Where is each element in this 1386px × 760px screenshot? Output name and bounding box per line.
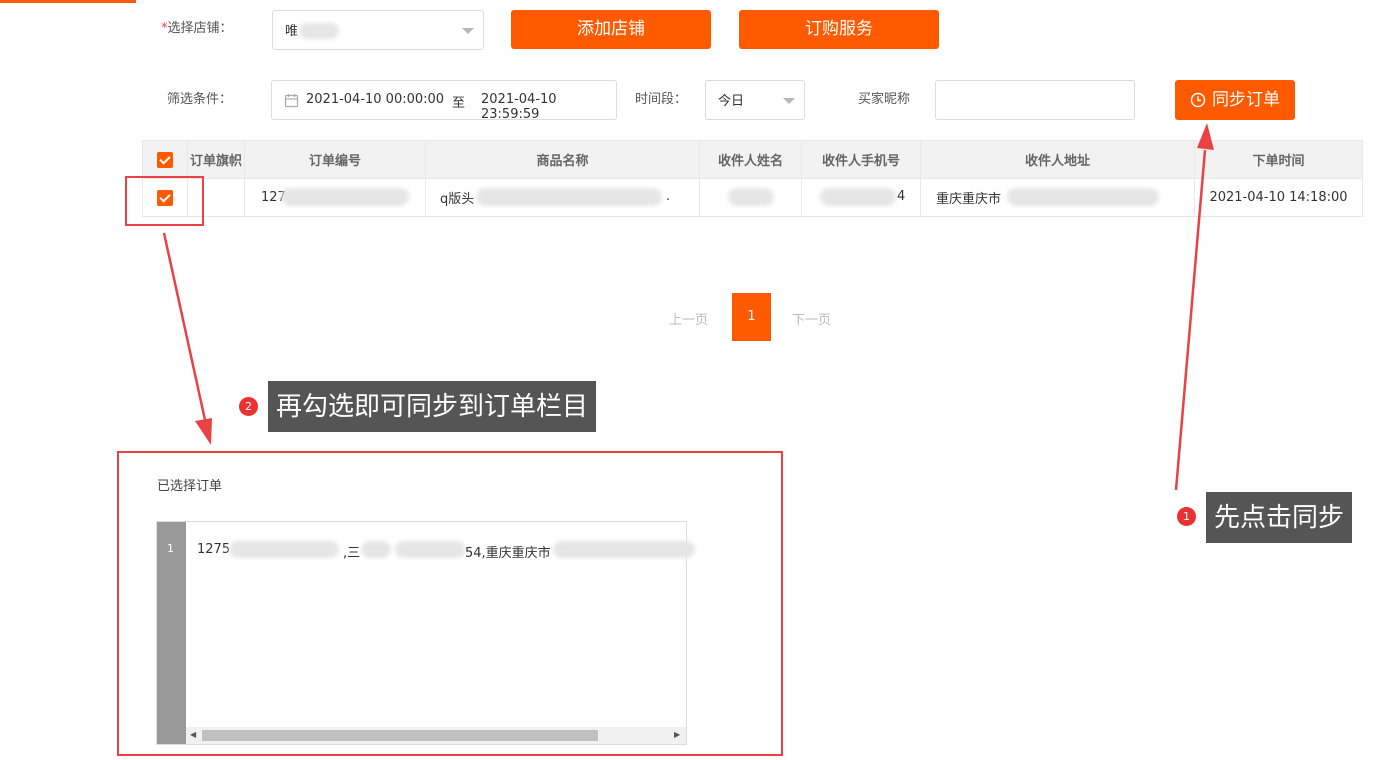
selected-orders-editor[interactable]: 1 1275 ,三 54,重庆重庆市 ◀ ▶ bbox=[156, 521, 695, 745]
line-part-c: 54,重庆重庆市 bbox=[465, 546, 551, 561]
step-2-note: 再勾选即可同步到订单栏目 bbox=[268, 381, 597, 432]
step-1-badge: 1 bbox=[1177, 507, 1196, 526]
redacted-line-1 bbox=[229, 541, 339, 558]
arrow-head-down bbox=[195, 418, 212, 445]
arrow-head-up bbox=[1197, 123, 1214, 150]
redacted-line-3 bbox=[395, 541, 465, 558]
line-number: 1 bbox=[167, 542, 174, 555]
redacted-line-4 bbox=[553, 541, 695, 558]
selected-orders-panel: 已选择订单 1 1275 ,三 54,重庆重庆市 ◀ ▶ bbox=[117, 451, 783, 756]
horizontal-scrollbar[interactable]: ◀ ▶ bbox=[186, 727, 686, 744]
scroll-left-icon[interactable]: ◀ bbox=[190, 730, 196, 739]
arrow-to-selected-orders bbox=[162, 232, 207, 421]
selected-orders-title: 已选择订单 bbox=[157, 479, 223, 494]
scroll-right-icon[interactable]: ▶ bbox=[674, 730, 680, 739]
line-number-gutter: 1 bbox=[157, 522, 186, 744]
arrow-to-sync-button bbox=[1174, 149, 1207, 491]
scrollbar-thumb[interactable] bbox=[202, 730, 598, 741]
step-2-badge: 2 bbox=[239, 397, 258, 416]
line-part-a: 1275 bbox=[197, 542, 231, 557]
redacted-line-2 bbox=[361, 541, 391, 558]
step-1-note: 先点击同步 bbox=[1206, 492, 1353, 543]
line-part-b: ,三 bbox=[343, 546, 361, 561]
